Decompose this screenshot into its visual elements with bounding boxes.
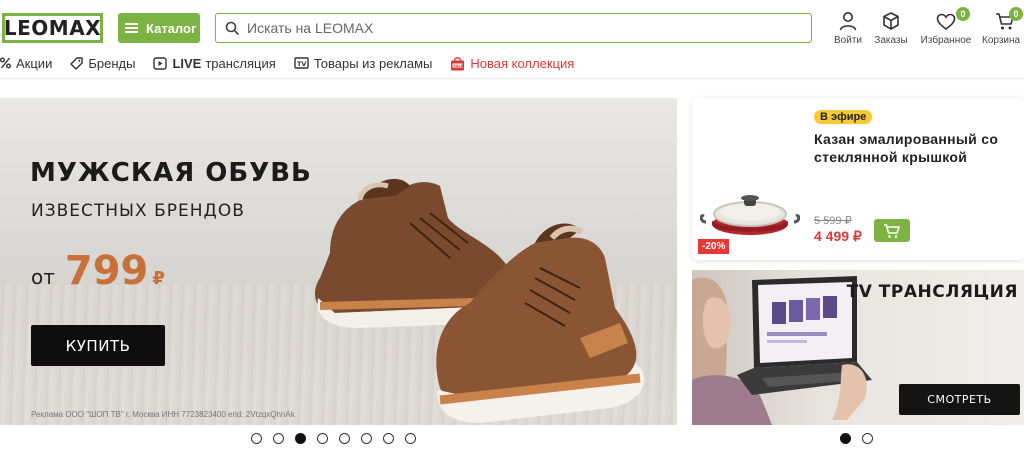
nav-item-brands[interactable]: Бренды <box>70 56 135 71</box>
nav-item-sales[interactable]: Акции <box>0 56 52 71</box>
tv-slider-dots <box>840 433 884 444</box>
nav-item-tv-products[interactable]: TV Товары из рекламы <box>294 55 433 71</box>
nav-label: Новая коллекция <box>470 55 575 71</box>
tag-icon <box>70 56 84 70</box>
slider-dot[interactable] <box>251 433 262 444</box>
search-icon <box>225 21 239 35</box>
slider-dot[interactable] <box>317 433 328 444</box>
nav-label: Акции <box>16 55 53 71</box>
hero-title: МУЖСКАЯ ОБУВЬ <box>30 158 312 188</box>
nav-divider <box>0 78 1024 79</box>
slider-dot[interactable] <box>862 433 873 444</box>
ad-disclaimer: Реклама ООО "ШОП ТВ" г. Москва ИНН 77238… <box>31 410 295 419</box>
hero-price: от 799 ₽ <box>31 248 165 294</box>
new-price: 4 499 ₽ <box>814 228 862 244</box>
heart-icon <box>936 13 956 31</box>
search-bar[interactable] <box>215 13 812 43</box>
top-nav: Акции Бренды LIVE трансляция TV Товары и… <box>0 54 592 72</box>
catalog-label: Каталог <box>146 20 197 36</box>
search-input[interactable] <box>247 20 787 36</box>
nav-item-live[interactable]: LIVE трансляция <box>153 55 276 71</box>
nav-label-bold: LIVE <box>172 55 202 71</box>
login-label: Войти <box>834 35 862 46</box>
box-icon <box>883 12 899 30</box>
favorites-button[interactable]: 0 Избранное <box>918 7 974 46</box>
buy-button[interactable]: КУПИТЬ <box>31 325 165 366</box>
shoes-image <box>315 178 645 423</box>
slider-dot[interactable] <box>339 433 350 444</box>
sale-bag-icon: SALE <box>451 56 465 70</box>
hero-subtitle: ИЗВЕСТНЫХ БРЕНДОВ <box>31 201 245 221</box>
nav-label: Бренды <box>88 55 136 71</box>
product-title[interactable]: Казан эмалированный со стеклянной крышко… <box>814 130 1014 166</box>
slider-dot[interactable] <box>273 433 284 444</box>
on-air-badge: В эфире <box>814 110 873 124</box>
slider-dot-active[interactable] <box>295 433 306 444</box>
hero-banner[interactable]: МУЖСКАЯ ОБУВЬ ИЗВЕСТНЫХ БРЕНДОВ от 799 ₽… <box>0 98 677 425</box>
tv-broadcast-banner[interactable]: TV ТРАНСЛЯЦИЯ СМОТРЕТЬ <box>692 270 1024 425</box>
catalog-button[interactable]: Каталог <box>118 13 200 43</box>
orders-button[interactable]: Заказы <box>872 9 910 46</box>
nav-label: трансляция <box>205 55 276 71</box>
play-icon <box>153 56 168 70</box>
logo[interactable]: LEOMAX <box>2 13 103 43</box>
price-value: 799 <box>64 248 149 294</box>
nav-label: Товары из рекламы <box>313 55 433 71</box>
old-price: 5 599 ₽ <box>814 215 852 227</box>
favorites-label: Избранное <box>920 35 972 46</box>
cart-badge: 0 <box>1009 7 1023 21</box>
cart-button[interactable]: 0 Корзина <box>982 7 1024 46</box>
on-air-product-card[interactable]: В эфире Казан эмалированный со стеклянно… <box>692 98 1024 260</box>
nav-item-new-collection[interactable]: SALE Новая коллекция <box>450 56 574 71</box>
tv-icon: TV <box>294 56 309 69</box>
tv-banner-title: TV ТРАНСЛЯЦИЯ <box>846 282 1018 302</box>
slider-dot[interactable] <box>405 433 416 444</box>
login-button[interactable]: Войти <box>832 9 864 46</box>
price-currency: ₽ <box>152 268 165 289</box>
slider-dot[interactable] <box>383 433 394 444</box>
discount-badge: -20% <box>698 239 730 254</box>
slider-dot[interactable] <box>361 433 372 444</box>
hero-slider-dots <box>251 433 427 444</box>
kazan-image <box>700 195 800 235</box>
menu-icon <box>125 23 138 33</box>
slider-dot-active[interactable] <box>840 433 851 444</box>
svg-text:SALE: SALE <box>454 63 465 67</box>
cart-label: Корзина <box>982 35 1021 46</box>
price-prefix: от <box>31 265 55 289</box>
orders-label: Заказы <box>874 35 908 46</box>
watch-button[interactable]: СМОТРЕТЬ <box>899 384 1020 415</box>
svg-text:TV: TV <box>297 59 306 67</box>
cart-icon <box>884 223 900 238</box>
percent-icon <box>0 57 11 69</box>
user-icon <box>839 12 857 31</box>
favorites-badge: 0 <box>956 7 970 21</box>
add-to-cart-button[interactable] <box>874 219 910 242</box>
